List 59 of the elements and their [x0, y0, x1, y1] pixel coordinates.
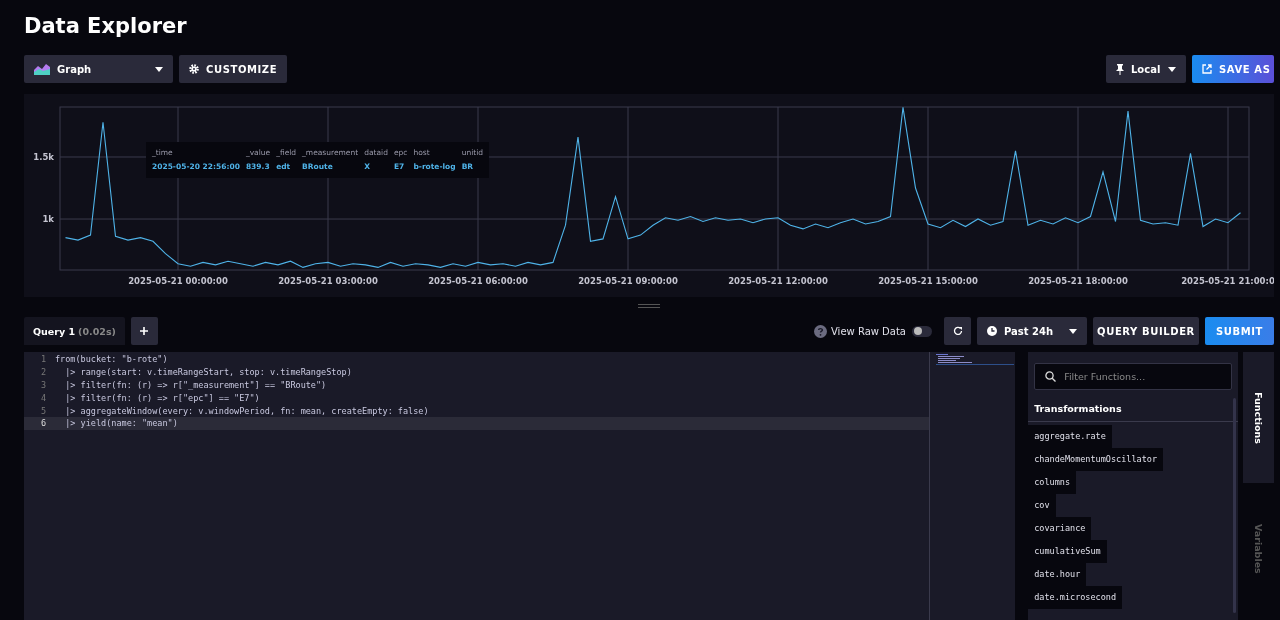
- line-number: 5: [39, 405, 47, 416]
- plus-icon: [140, 327, 149, 335]
- view-raw-data-toggle[interactable]: [912, 325, 932, 337]
- code-line: |> range(start: v.timeRangeStart, stop: v.timeRangeStop): [64, 367, 352, 378]
- y-axis-label: 1.5k: [33, 152, 54, 162]
- search-icon: [1045, 371, 1057, 382]
- customize-button[interactable]: CUSTOMIZE: [179, 55, 288, 83]
- view-type-dropdown[interactable]: Graph: [24, 55, 173, 83]
- function-item[interactable]: date.microsecond: [1028, 586, 1123, 609]
- function-item[interactable]: chandeMomentumOscillator: [1028, 448, 1163, 471]
- external-link-icon: [1202, 64, 1212, 74]
- line-number: 3: [39, 380, 47, 390]
- function-item[interactable]: date.hour: [1028, 563, 1087, 586]
- line-number: 4: [39, 392, 47, 403]
- x-axis-label: 2025-05-21 06:00:00: [428, 276, 528, 286]
- query-builder-button[interactable]: QUERY BUILDER: [1093, 317, 1199, 345]
- resize-handle[interactable]: [638, 304, 660, 308]
- scrollbar-thumb[interactable]: [1233, 398, 1237, 613]
- caret-icon: [1168, 66, 1176, 72]
- x-axis-label: 2025-05-21 09:00:00: [578, 276, 678, 286]
- help-icon[interactable]: [814, 324, 827, 338]
- code-line: |> filter(fn: (r) => r["epc"] == "E7"): [64, 392, 260, 403]
- line-number: 6: [39, 418, 47, 429]
- caret-icon: [155, 66, 163, 72]
- line-number: 2: [39, 367, 47, 378]
- y-axis-label: 1k: [42, 214, 54, 224]
- pin-icon: [1116, 63, 1124, 75]
- function-item[interactable]: covariance: [1028, 517, 1092, 540]
- x-axis-label: 2025-05-21 00:00:00: [128, 276, 228, 286]
- x-axis-label: 2025-05-21 18:00:00: [1028, 276, 1128, 286]
- save-as-button[interactable]: SAVE AS: [1192, 55, 1274, 83]
- view-raw-data-label: View Raw Data: [831, 325, 906, 337]
- line-number: 1: [39, 354, 47, 365]
- graph-icon: [34, 63, 50, 75]
- code-line: |> aggregateWindow(every: v.windowPeriod, fn: mean, createEmpty: false): [64, 405, 429, 416]
- caret-icon: [1069, 328, 1077, 334]
- code-line: |> yield(name: "mean"): [64, 418, 178, 429]
- function-item[interactable]: aggregate.rate: [1028, 425, 1112, 448]
- function-item[interactable]: cumulativeSum: [1028, 540, 1107, 563]
- filter-functions-field[interactable]: Filter Functions...: [1034, 363, 1233, 390]
- x-axis-label: 2025-05-21 21:00:0: [1181, 276, 1274, 286]
- add-query-button[interactable]: [130, 317, 158, 345]
- query-tab[interactable]: Query 1 (0.02s): [24, 317, 125, 345]
- x-axis-label: 2025-05-21 12:00:00: [728, 276, 828, 286]
- page-title: Data Explorer: [24, 13, 188, 40]
- clock-icon: [987, 326, 997, 336]
- time-range-dropdown[interactable]: Past 24h: [977, 317, 1087, 345]
- function-item[interactable]: columns: [1028, 471, 1076, 494]
- code-line: |> filter(fn: (r) => r["_measurement"] == "BRoute"): [64, 380, 327, 390]
- gear-icon: [189, 64, 199, 74]
- x-axis-label: 2025-05-21 15:00:00: [878, 276, 978, 286]
- refresh-icon: [952, 326, 963, 336]
- function-item[interactable]: cov: [1028, 494, 1056, 517]
- submit-button[interactable]: SUBMIT: [1205, 317, 1274, 345]
- code-line: from(bucket: "b-rote"): [55, 354, 168, 365]
- refresh-button[interactable]: [944, 317, 971, 345]
- side-tab[interactable]: Functions: [1243, 352, 1274, 483]
- timezone-dropdown[interactable]: Local: [1106, 55, 1186, 83]
- x-axis-label: 2025-05-21 03:00:00: [278, 276, 378, 286]
